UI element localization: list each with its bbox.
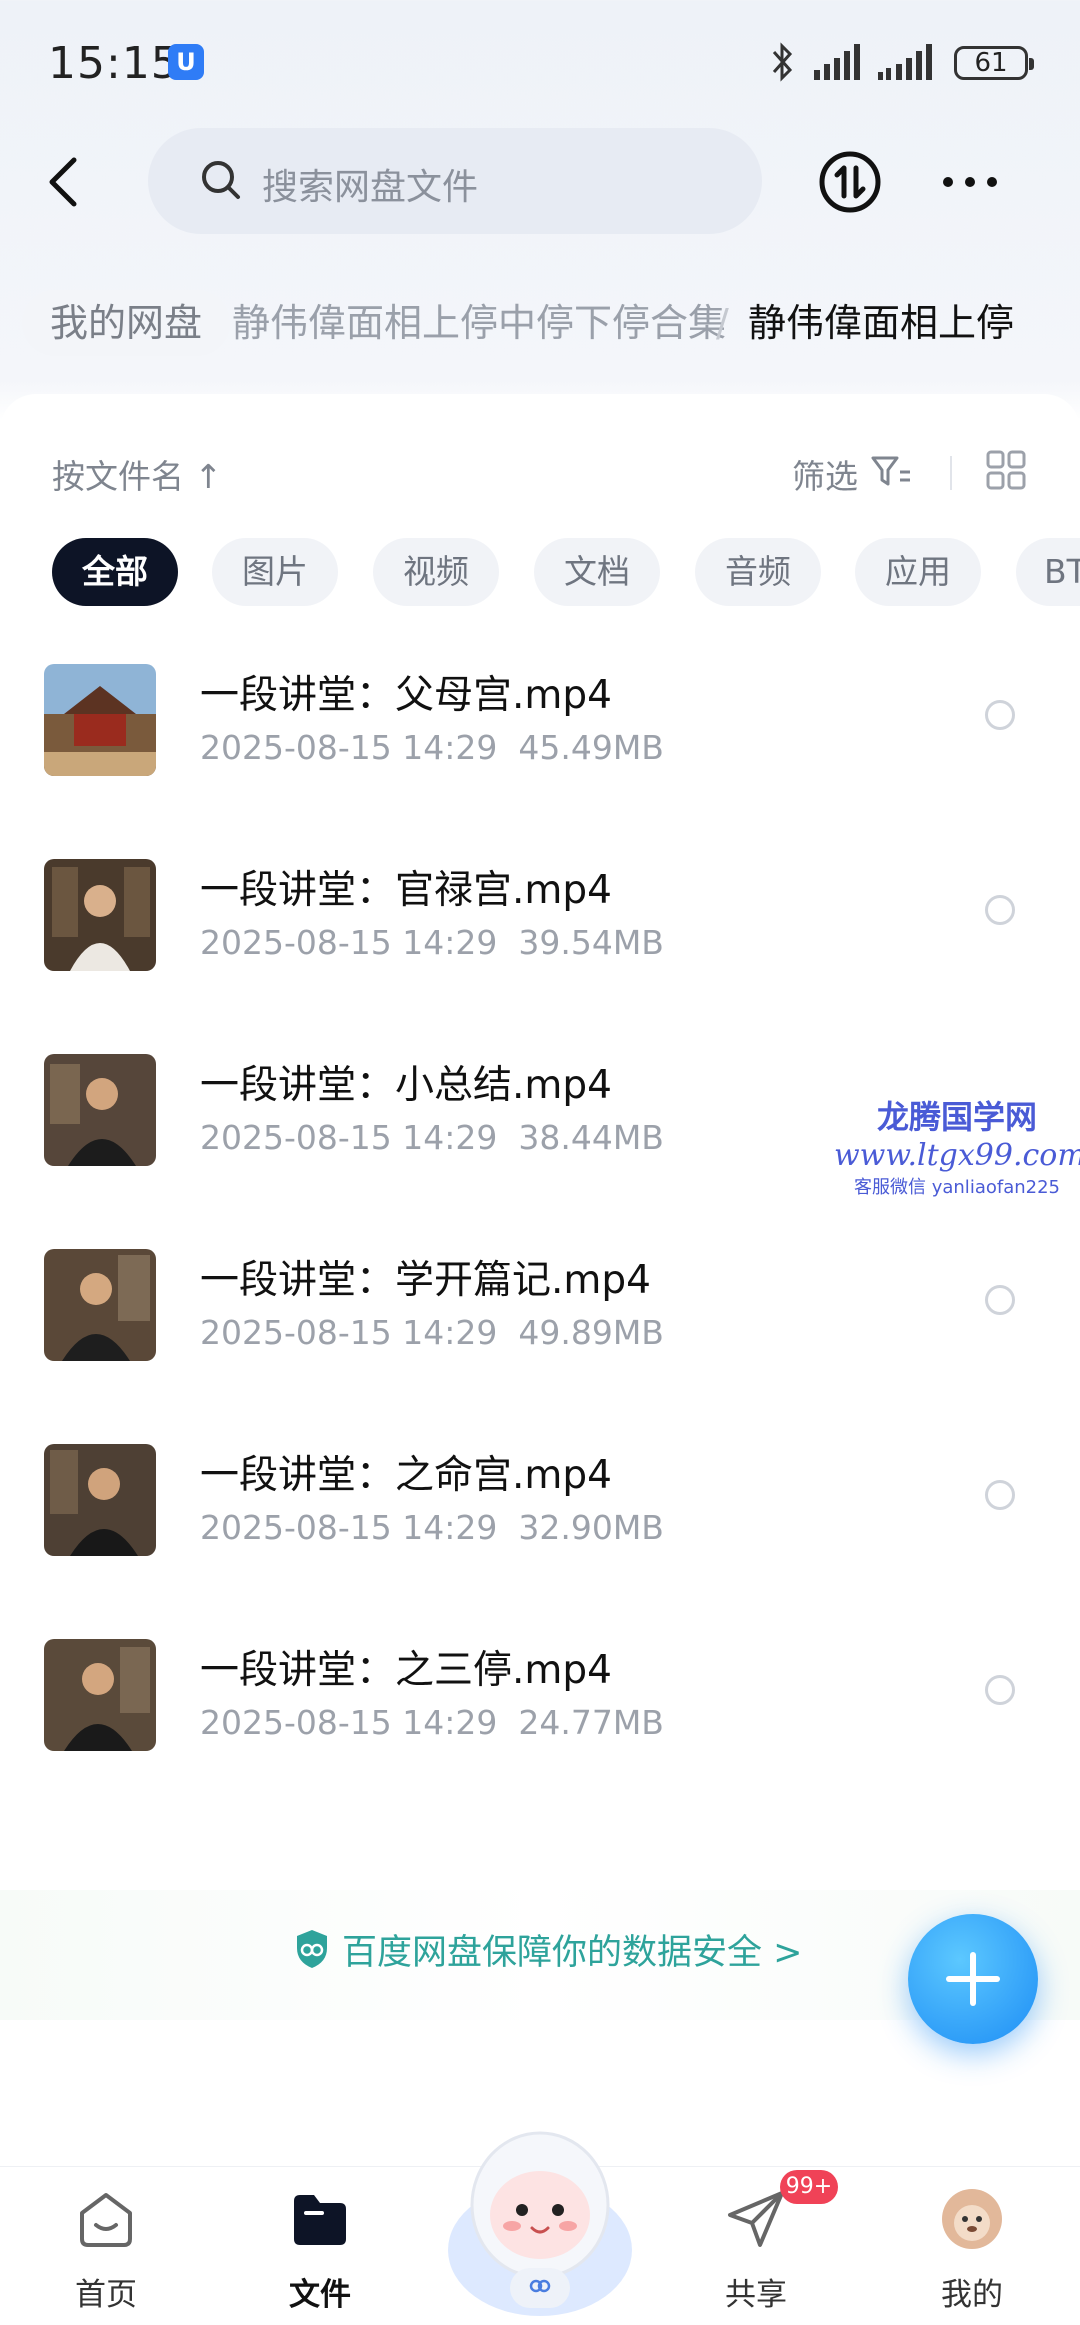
file-panel: 按文件名 ↑ 筛选 全部 图片 视频 文档 音频 应用 BT 一段讲堂：父母宫.… [0,394,1080,2044]
search-input[interactable]: 搜索网盘文件 [148,128,762,234]
chip-videos[interactable]: 视频 [373,538,499,606]
chip-apps[interactable]: 应用 [855,538,981,606]
search-icon [202,161,240,199]
tab-home-label: 首页 [75,2277,137,2313]
more-options-icon[interactable] [940,168,1000,196]
tab-share[interactable]: 共享 [686,2187,826,2317]
file-meta: 2025-08-15 14:29 38.44MB [200,1118,664,1157]
watermark: 龙腾国学网 www.ltgx99.com 客服微信 yanliaofan225 [834,1092,1080,1199]
ai-assistant-mascot-icon[interactable] [430,2100,650,2320]
file-size: 45.49MB [518,728,664,767]
select-radio[interactable] [985,895,1015,925]
tab-mine[interactable]: 我的 [902,2187,1042,2317]
file-size: 39.54MB [518,923,664,962]
watermark-contact: 客服微信 yanliaofan225 [854,1177,1060,1198]
tab-mine-label: 我的 [941,2277,1003,2313]
file-name: 一段讲堂：之命宫.mp4 [200,1453,612,1498]
file-meta: 2025-08-15 14:29 49.89MB [200,1313,664,1352]
chip-documents[interactable]: 文档 [534,538,660,606]
chip-audio[interactable]: 音频 [695,538,821,606]
file-row[interactable]: 一段讲堂：官禄宫.mp4 2025-08-15 14:29 39.54MB [0,839,1080,1035]
select-radio[interactable] [985,1285,1015,1315]
shield-icon [297,1930,327,1968]
file-meta: 2025-08-15 14:29 39.54MB [200,923,664,962]
breadcrumb-current: 静伟偉面相上停 [748,301,1015,345]
file-size: 49.89MB [518,1313,664,1352]
file-date: 2025-08-15 14:29 [200,1118,498,1157]
breadcrumb-parent[interactable]: 静伟偉面相上停中停下停合集 [232,290,726,356]
back-arrow-icon[interactable] [40,150,90,214]
select-radio[interactable] [985,1480,1015,1510]
status-bar: 15:15 U 61 [0,0,1080,130]
transfer-icon[interactable] [818,150,882,214]
file-row[interactable]: 一段讲堂：之三停.mp4 2025-08-15 14:29 24.77MB [0,1619,1080,1815]
video-thumbnail [44,1444,156,1556]
tab-files[interactable]: 文件 [250,2187,390,2317]
chip-images[interactable]: 图片 [212,538,338,606]
file-name: 一段讲堂：之三停.mp4 [200,1648,612,1693]
grid-view-icon[interactable] [986,450,1026,490]
chip-all[interactable]: 全部 [52,538,178,606]
file-row[interactable]: 一段讲堂：学开篇记.mp4 2025-08-15 14:29 49.89MB [0,1229,1080,1425]
select-radio[interactable] [985,1675,1015,1705]
watermark-url: www.ltgx99.com [834,1138,1080,1173]
file-size: 38.44MB [518,1118,664,1157]
watermark-title: 龙腾国学网 [876,1098,1037,1136]
file-date: 2025-08-15 14:29 [200,1508,498,1547]
video-thumbnail [44,1249,156,1361]
file-meta: 2025-08-15 14:29 32.90MB [200,1508,664,1547]
video-thumbnail [44,664,156,776]
video-thumbnail [44,859,156,971]
sort-by-name-button[interactable]: 按文件名 ↑ [52,450,222,498]
toolbar-divider [950,456,952,490]
file-row[interactable]: 一段讲堂：父母宫.mp4 2025-08-15 14:29 45.49MB [0,644,1080,840]
filter-button[interactable]: 筛选 [792,450,858,498]
home-icon [80,2193,132,2247]
safety-banner-text: 百度网盘保障你的数据安全 > [342,1933,803,1973]
file-row[interactable]: 一段讲堂：之命宫.mp4 2025-08-15 14:29 32.90MB [0,1424,1080,1620]
filter-icon[interactable] [870,454,912,490]
app-notification-icon: U [168,44,204,80]
file-name: 一段讲堂：父母宫.mp4 [200,673,612,718]
plus-icon [946,1952,1000,2006]
file-name: 一段讲堂：学开篇记.mp4 [200,1258,651,1303]
tab-share-label: 共享 [725,2277,787,2313]
signal-icon-secondary [878,44,932,80]
signal-icon [814,44,860,80]
file-name: 一段讲堂：官禄宫.mp4 [200,868,612,913]
battery-icon: 61 [954,46,1034,80]
file-date: 2025-08-15 14:29 [200,1313,498,1352]
folder-icon [294,2195,346,2245]
video-thumbnail [44,1639,156,1751]
tab-home[interactable]: 首页 [36,2187,176,2317]
file-date: 2025-08-15 14:29 [200,1703,498,1742]
file-size: 24.77MB [518,1703,664,1742]
category-chips: 全部 图片 视频 文档 音频 应用 BT [0,538,1080,608]
status-time: 15:15 [48,38,180,89]
file-date: 2025-08-15 14:29 [200,923,498,962]
paper-plane-icon [728,2191,784,2247]
share-count-badge: 99+ [780,2170,838,2204]
add-button[interactable] [908,1914,1038,2044]
file-name: 一段讲堂：小总结.mp4 [200,1063,612,1108]
file-meta: 2025-08-15 14:29 45.49MB [200,728,664,767]
chip-bt[interactable]: BT [1016,538,1080,606]
tab-files-label: 文件 [289,2277,351,2313]
breadcrumb-separator: / [716,301,729,345]
video-thumbnail [44,1054,156,1166]
breadcrumb: 我的网盘 静伟偉面相上停中停下停合集 / 静伟偉面相上停 [0,290,1080,360]
file-date: 2025-08-15 14:29 [200,728,498,767]
file-size: 32.90MB [518,1508,664,1547]
avatar [942,2189,1002,2249]
search-placeholder: 搜索网盘文件 [262,167,479,208]
breadcrumb-root[interactable]: 我的网盘 [22,290,231,356]
file-meta: 2025-08-15 14:29 24.77MB [200,1703,664,1742]
select-radio[interactable] [985,700,1015,730]
bluetooth-icon [772,42,793,82]
